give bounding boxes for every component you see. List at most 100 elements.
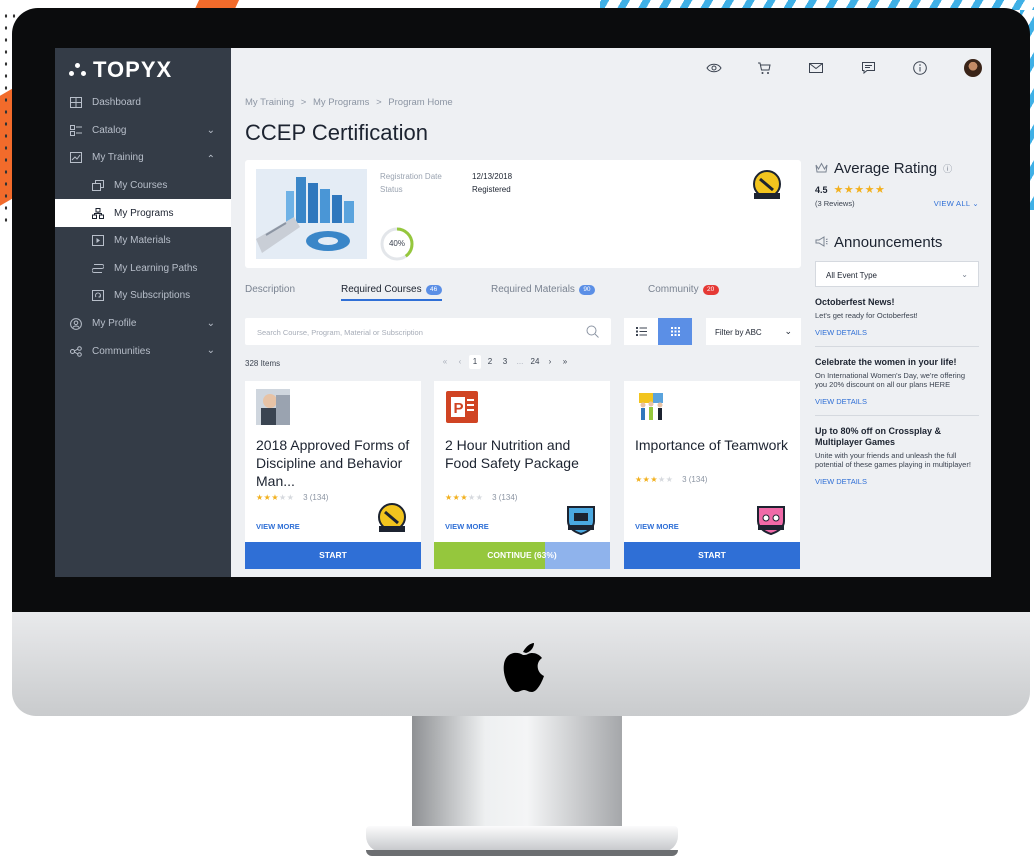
catalog-icon [69, 124, 83, 136]
course-card[interactable]: Importance of Teamwork ★★★★★ 3 (134) VIE… [624, 381, 800, 569]
chevron-down-icon: ⌄ [961, 270, 968, 279]
announcement-title: Octoberfest News! [815, 297, 895, 307]
first-page-button[interactable]: « [439, 355, 451, 369]
page-button[interactable]: 1 [469, 355, 481, 369]
sidebar-item-communities[interactable]: Communities ⌄ [55, 337, 231, 365]
sidebar-item-my-profile[interactable]: My Profile ⌄ [55, 310, 231, 338]
course-thumbnail [635, 389, 669, 425]
breadcrumb-item[interactable]: My Programs [313, 97, 369, 108]
sidebar-item-my-programs[interactable]: My Programs [55, 199, 231, 227]
right-panel: Average Rating ⓘ 4.5 ★★★★★ (3 Reviews) V… [815, 160, 979, 495]
search-input[interactable]: Search Course, Program, Material or Subs… [245, 318, 611, 345]
sidebar-item-label: My Profile [92, 318, 137, 330]
sidebar-item-label: My Training [92, 152, 144, 164]
view-details-link[interactable]: VIEW DETAILS [815, 328, 979, 337]
sidebar-item-my-materials[interactable]: My Materials [55, 227, 231, 255]
last-page-button[interactable]: » [559, 355, 571, 369]
search-placeholder: Search Course, Program, Material or Subs… [257, 328, 423, 337]
course-card[interactable]: 2018 Approved Forms of Discipline and Be… [245, 381, 421, 569]
filter-dropdown[interactable]: Filter by ABC ⌄ [706, 318, 801, 345]
avatar[interactable] [964, 59, 982, 77]
chevron-down-icon: ⌄ [972, 199, 979, 208]
filter-label: Filter by ABC [715, 328, 762, 337]
info-icon[interactable] [911, 59, 929, 77]
star-icon: ★ [445, 493, 453, 502]
course-card[interactable]: P 2 Hour Nutrition and Food Safety Packa… [434, 381, 610, 569]
rating-stars-icon: ★★★★★ [833, 184, 886, 196]
course-badge-icon [567, 506, 595, 535]
sidebar-item-catalog[interactable]: Catalog ⌄ [55, 117, 231, 145]
start-button[interactable]: START [624, 542, 800, 569]
mail-icon[interactable] [807, 59, 825, 77]
sidebar-item-my-courses[interactable]: My Courses [55, 172, 231, 200]
top-bar [231, 48, 991, 88]
button-label: CONTINUE (63%) [487, 550, 557, 560]
eye-icon[interactable] [705, 59, 723, 77]
tab-required-materials[interactable]: Required Materials 90 [491, 284, 595, 295]
view-more-link[interactable]: VIEW MORE [635, 522, 679, 531]
info-icon[interactable]: ⓘ [943, 162, 952, 175]
breadcrumb-separator: > [376, 97, 382, 108]
tab-required-courses[interactable]: Required Courses 46 [341, 284, 442, 301]
imac-stand [412, 716, 622, 828]
chevron-down-icon[interactable]: ⌄ [207, 125, 215, 136]
page-button[interactable]: 3 [499, 355, 511, 369]
sidebar-nav: Dashboard Catalog ⌄ My Training ⌃ My Cou… [55, 89, 231, 365]
sidebar-item-my-learning-paths[interactable]: My Learning Paths [55, 255, 231, 283]
grid-view-button[interactable] [658, 318, 692, 345]
star-icon: ★ [271, 493, 280, 502]
announcement-item: Celebrate the women in your life! On Int… [815, 357, 979, 416]
star-icon: ★ [460, 493, 469, 502]
course-title[interactable]: 2018 Approved Forms of Discipline and Be… [256, 436, 412, 490]
breadcrumb-item: Program Home [388, 97, 453, 108]
registration-date-label: Registration Date [380, 172, 442, 181]
profile-icon [69, 317, 83, 330]
imac-stand-shadow [366, 850, 678, 856]
search-icon[interactable] [586, 325, 599, 338]
next-page-button[interactable]: › [544, 355, 556, 369]
list-view-button[interactable] [624, 318, 658, 345]
sidebar-item-dashboard[interactable]: Dashboard [55, 89, 231, 117]
dashboard-icon [69, 97, 83, 109]
button-label: START [319, 550, 347, 560]
sidebar-item-my-training[interactable]: My Training ⌃ [55, 144, 231, 172]
materials-icon [91, 235, 105, 247]
tab-community[interactable]: Community 20 [648, 284, 719, 295]
chevron-up-icon[interactable]: ⌃ [207, 154, 215, 165]
course-rating: ★★★★★ 3 (134) [635, 475, 707, 484]
chevron-down-icon[interactable]: ⌄ [207, 345, 215, 356]
rating-count: 3 (134) [492, 493, 518, 502]
page-button[interactable]: 2 [484, 355, 496, 369]
progress-ring: 40% [379, 226, 415, 262]
apple-logo-icon [503, 643, 544, 692]
event-type-select[interactable]: All Event Type ⌄ [815, 261, 979, 287]
start-button[interactable]: START [245, 542, 421, 569]
view-more-link[interactable]: VIEW MORE [445, 522, 489, 531]
sidebar-item-label: Communities [92, 345, 151, 357]
logo-dots-icon [69, 63, 87, 77]
view-details-link[interactable]: VIEW DETAILS [815, 477, 979, 486]
announcement-body: Let's get ready for Octoberfest! [815, 311, 918, 320]
prev-page-button[interactable]: ‹ [454, 355, 466, 369]
page-title: CCEP Certification [245, 120, 428, 145]
course-badge-icon [378, 503, 406, 532]
view-all-link[interactable]: VIEW ALL ⌄ [934, 199, 979, 208]
tab-description[interactable]: Description [245, 284, 295, 295]
announcement-body: On International Women's Day, we're offe… [815, 371, 966, 389]
chevron-down-icon[interactable]: ⌄ [207, 318, 215, 329]
view-details-link[interactable]: VIEW DETAILS [815, 397, 979, 406]
topyx-logo[interactable]: TOPYX [69, 57, 172, 83]
logo-text: TOPYX [93, 57, 173, 82]
breadcrumb-item[interactable]: My Training [245, 97, 294, 108]
average-rating-heading: Average Rating ⓘ [815, 160, 979, 177]
tab-count-badge: 90 [578, 284, 595, 295]
cart-icon[interactable] [755, 59, 773, 77]
breadcrumb-separator: > [300, 97, 307, 108]
page-button[interactable]: 24 [529, 355, 541, 369]
view-more-link[interactable]: VIEW MORE [256, 522, 300, 531]
sidebar-item-my-subscriptions[interactable]: My Subscriptions [55, 282, 231, 310]
chat-icon[interactable] [859, 59, 877, 77]
course-title[interactable]: Importance of Teamwork [635, 436, 791, 454]
continue-button[interactable]: CONTINUE (63%) [434, 542, 610, 569]
course-title[interactable]: 2 Hour Nutrition and Food Safety Package [445, 436, 601, 472]
